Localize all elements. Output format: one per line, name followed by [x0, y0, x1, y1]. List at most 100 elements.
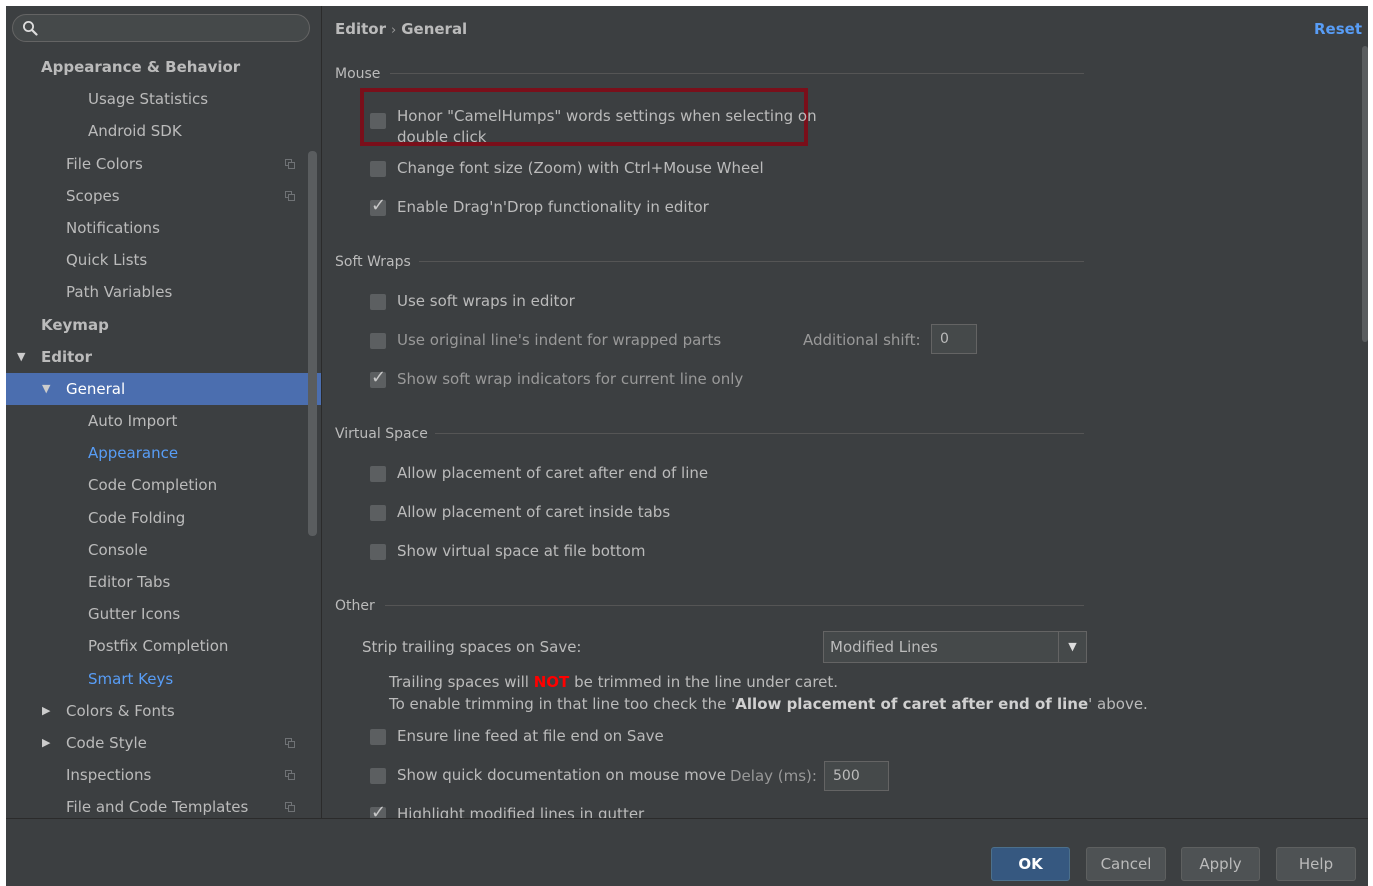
section-title-other: Other — [335, 598, 375, 614]
section-title-mouse: Mouse — [335, 66, 381, 82]
settings-window: Appearance & Behavior Usage Statistics And… — [6, 6, 1368, 886]
sidebar-item-label: Android SDK — [88, 122, 182, 141]
zoom-label: Change font size (Zoom) with Ctrl+Mouse … — [397, 159, 764, 177]
line-feed-label: Ensure line feed at file end on Save — [397, 727, 664, 745]
quick-doc-label: Show quick documentation on mouse move — [397, 766, 726, 784]
sidebar-item-colors-fonts[interactable]: ▶ Colors & Fonts — [6, 695, 321, 727]
caret-inside-tabs-checkbox[interactable] — [370, 505, 386, 521]
expanded-arrow-icon[interactable]: ▼ — [42, 373, 50, 405]
strip-trailing-select-value: Modified Lines — [830, 638, 938, 656]
highlight-modified-checkbox[interactable] — [370, 802, 386, 818]
settings-sidebar: Appearance & Behavior Usage Statistics And… — [6, 6, 322, 818]
notice1-pre: Trailing spaces will — [389, 673, 534, 691]
section-title-soft-wraps: Soft Wraps — [335, 254, 411, 270]
sidebar-item-smart-keys[interactable]: Smart Keys — [6, 663, 321, 695]
strip-trailing-select[interactable]: Modified Lines ▼ — [823, 631, 1087, 663]
original-indent-checkbox[interactable] — [370, 333, 386, 349]
project-copy-icon — [285, 190, 295, 201]
collapsed-arrow-icon[interactable]: ▶ — [42, 727, 50, 759]
expanded-arrow-icon[interactable]: ▼ — [17, 341, 25, 373]
sidebar-item-quick-lists[interactable]: Quick Lists — [6, 244, 321, 276]
apply-button[interactable]: Apply — [1181, 847, 1260, 881]
soft-wraps-label: Use soft wraps in editor — [397, 292, 575, 310]
project-copy-icon — [285, 770, 295, 781]
section-divider — [419, 261, 1084, 262]
sidebar-item-label: Gutter Icons — [88, 605, 181, 624]
settings-content: Editor › General Reset Mouse Honor "CamelH… — [322, 6, 1368, 818]
sidebar-item-editor[interactable]: ▼ Editor — [6, 341, 321, 373]
sidebar-item-general[interactable]: ▼ General — [6, 372, 321, 406]
sidebar-item-notifications[interactable]: Notifications — [6, 212, 321, 244]
dragdrop-checkbox[interactable] — [370, 195, 386, 216]
breadcrumb-parent: Editor — [335, 20, 386, 38]
trailing-notice-line1: Trailing spaces will NOT be trimmed in t… — [389, 673, 838, 691]
reset-link[interactable]: Reset — [1314, 20, 1362, 38]
search-icon — [23, 21, 38, 36]
settings-tree: Appearance & Behavior Usage Statistics And… — [6, 51, 321, 818]
notice1-warn: NOT — [533, 673, 570, 691]
sidebar-item-label: Usage Statistics — [88, 90, 209, 109]
sidebar-item-label: Notifications — [66, 218, 160, 237]
sidebar-item-label: Editor Tabs — [88, 573, 171, 591]
dialog-button-bar: OK Cancel Apply Help — [6, 818, 1368, 886]
sidebar-item-file-colors[interactable]: File Colors — [6, 148, 321, 180]
caret-after-end-checkbox[interactable] — [370, 466, 386, 482]
content-scrollbar[interactable] — [1362, 46, 1368, 342]
virtual-space-bottom-label: Show virtual space at file bottom — [397, 542, 646, 560]
sidebar-item-label: Editor — [41, 347, 92, 366]
sidebar-item-editor-tabs[interactable]: Editor Tabs — [6, 566, 321, 598]
trailing-notice-line2: To enable trimming in that line too chec… — [389, 695, 1148, 713]
sidebar-item-auto-import[interactable]: Auto Import — [6, 405, 321, 437]
line-feed-checkbox[interactable] — [370, 729, 386, 745]
cancel-button[interactable]: Cancel — [1086, 847, 1166, 881]
sidebar-item-appearance[interactable]: Appearance — [6, 437, 321, 469]
breadcrumb-current: General — [401, 20, 468, 38]
sidebar-item-usage-statistics[interactable]: Usage Statistics — [6, 83, 321, 115]
sidebar-item-code-completion[interactable]: Code Completion — [6, 469, 321, 501]
sidebar-item-inspections[interactable]: Inspections — [6, 759, 321, 791]
soft-wraps-checkbox[interactable] — [370, 294, 386, 310]
sidebar-item-android-sdk[interactable]: Android SDK — [6, 115, 321, 147]
section-divider — [385, 605, 1084, 606]
ok-button[interactable]: OK — [991, 847, 1070, 881]
sidebar-item-label: Auto Import — [88, 412, 178, 431]
sidebar-item-label: Appearance — [88, 444, 179, 463]
zoom-checkbox[interactable] — [370, 161, 386, 177]
sidebar-item-code-folding[interactable]: Code Folding — [6, 502, 321, 534]
sidebar-item-scopes[interactable]: Scopes — [6, 180, 321, 212]
sidebar-item-label: Smart Keys — [88, 669, 174, 688]
delay-label: Delay (ms): — [730, 767, 817, 785]
breadcrumb: Editor › General — [335, 20, 467, 38]
sidebar-item-code-style[interactable]: ▶ Code Style — [6, 727, 321, 759]
soft-wrap-indicators-checkbox[interactable] — [370, 367, 386, 388]
chevron-down-icon[interactable]: ▼ — [1058, 632, 1086, 662]
sidebar-scrollbar[interactable] — [308, 151, 317, 536]
sidebar-item-console[interactable]: Console — [6, 534, 321, 566]
search-input[interactable] — [45, 18, 304, 40]
sidebar-item-label: Path Variables — [66, 283, 173, 302]
sidebar-item-label: Scopes — [66, 186, 120, 205]
sidebar-item-appearance-behavior[interactable]: Appearance & Behavior — [6, 51, 321, 83]
sidebar-item-file-and-code-templates[interactable]: File and Code Templates — [6, 791, 321, 818]
sidebar-item-gutter-icons[interactable]: Gutter Icons — [6, 598, 321, 630]
sidebar-item-path-variables[interactable]: Path Variables — [6, 276, 321, 308]
additional-shift-input[interactable]: 0 — [931, 324, 977, 354]
quick-doc-checkbox[interactable] — [370, 768, 386, 784]
sidebar-item-label: Postfix Completion — [88, 637, 229, 656]
dragdrop-label: Enable Drag'n'Drop functionality in edit… — [397, 198, 709, 216]
sidebar-item-postfix-completion[interactable]: Postfix Completion — [6, 630, 321, 662]
help-button[interactable]: Help — [1276, 847, 1356, 881]
section-divider — [390, 73, 1084, 74]
delay-input[interactable]: 500 — [824, 761, 889, 791]
collapsed-arrow-icon[interactable]: ▶ — [42, 695, 50, 727]
camelhumps-checkbox[interactable] — [370, 113, 386, 129]
strip-trailing-label: Strip trailing spaces on Save: — [362, 638, 582, 656]
notice2-pre: To enable trimming in that line too chec… — [389, 695, 736, 713]
sidebar-item-keymap[interactable]: Keymap — [6, 309, 321, 341]
project-copy-icon — [285, 737, 295, 748]
caret-inside-tabs-label: Allow placement of caret inside tabs — [397, 503, 671, 521]
project-copy-icon — [285, 802, 295, 813]
search-box[interactable] — [12, 14, 310, 42]
virtual-space-bottom-checkbox[interactable] — [370, 544, 386, 560]
sidebar-item-label: File Colors — [66, 154, 143, 173]
